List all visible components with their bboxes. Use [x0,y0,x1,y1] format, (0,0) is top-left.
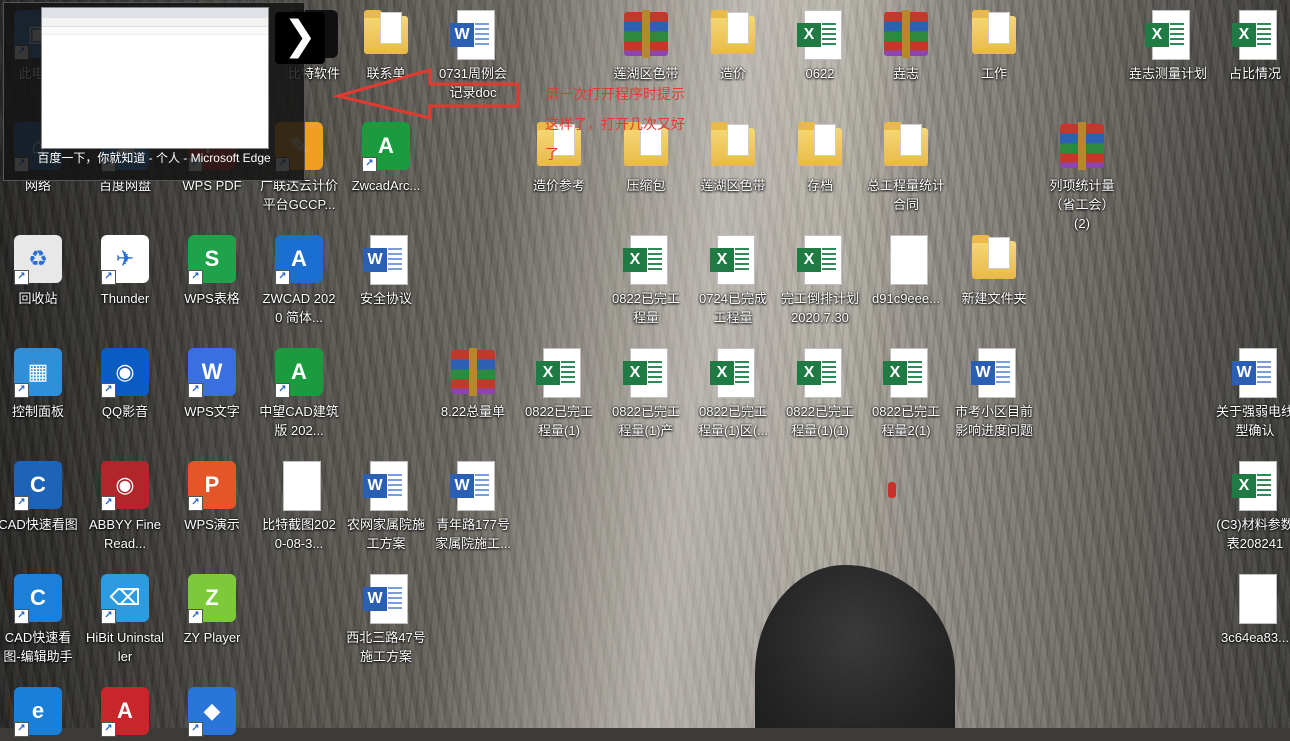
annotation-line-1: 第一次打开程序时提示 [545,87,685,103]
annotation-line-2: 这样了，打开几次又好 [545,117,685,133]
annotation-note: 第一次打开程序时提示 这样了，打开几次又好 了 [545,80,685,170]
red-arrow-shape [332,68,520,120]
annotation-line-3: 了 [545,147,559,163]
